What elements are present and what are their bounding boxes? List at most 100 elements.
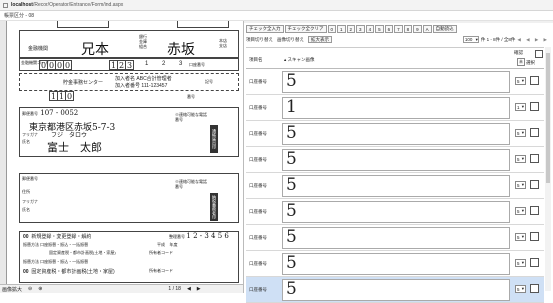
grid-scrollbar[interactable] xyxy=(545,47,551,291)
table-row[interactable]: 口座番号 1 1 ▾ xyxy=(246,95,544,121)
chevron-down-icon: ▾ xyxy=(521,260,524,265)
table-row[interactable]: 口座番号 5 5 ▾ xyxy=(246,173,544,199)
pager-nav-icons[interactable]: ◀ ◀ ▶ ▶ xyxy=(517,37,549,43)
table-row[interactable]: 口座番号 5 5 ▾ xyxy=(246,147,544,173)
row-label: 口座番号 xyxy=(249,209,267,214)
zoom-view-button[interactable]: 拡大表示 xyxy=(308,36,332,43)
value-select[interactable]: 5 ▾ xyxy=(515,285,526,293)
scrollbar-thumb[interactable] xyxy=(546,53,550,183)
number-label: 番号 xyxy=(187,94,195,99)
row-label: 口座番号 xyxy=(249,79,267,84)
grid-header: 項目名 ▴ スキャン画像 確認 未 選択 xyxy=(246,47,544,69)
table-row[interactable]: 口座番号 5 5 ▾ xyxy=(246,225,544,251)
item-switch-label: 項目切り替え xyxy=(246,36,273,42)
row-c-owner: 所有者コード xyxy=(149,250,173,255)
branch-code-cells: 123 xyxy=(109,60,134,70)
address-label-2: 住所 xyxy=(22,189,30,194)
row-label: 口座番号 xyxy=(249,183,267,188)
auto-read-button[interactable]: 自動読込 xyxy=(432,25,457,33)
value-select[interactable]: 5 ▾ xyxy=(515,233,526,241)
row-checkbox[interactable] xyxy=(530,206,539,215)
value-select[interactable]: 5 ▾ xyxy=(515,155,526,163)
next-page-button[interactable]: ▶ xyxy=(197,286,201,292)
phone-label-2: ※連絡可能な電話番号 xyxy=(175,179,207,189)
zoom-in-icon[interactable]: ⊕ xyxy=(38,286,42,292)
col-select: 選択 xyxy=(526,60,535,65)
digit-0-button[interactable]: 0 xyxy=(327,25,337,33)
table-row[interactable]: 口座番号 5 5 ▾ xyxy=(246,69,544,95)
row-label: 口座番号 xyxy=(249,105,267,110)
entry-grid-pane: チェック全入力 チェック全クリア 0 1 2 3 4 5 6 7 8 9 A 自… xyxy=(243,21,553,303)
row-checkbox[interactable] xyxy=(530,232,539,241)
stamp-label: 通帳届出印 xyxy=(210,125,218,153)
header-select-all-checkbox[interactable] xyxy=(535,50,543,58)
row-checkbox[interactable] xyxy=(530,128,539,137)
center-label: 貯金事務センター xyxy=(63,80,104,86)
chevron-down-icon: ▾ xyxy=(521,182,524,187)
scan-snippet: 5 xyxy=(282,149,510,171)
header-unconfirmed-toggle[interactable]: 未 xyxy=(517,58,525,66)
digit-5-button[interactable]: 5 xyxy=(375,25,384,33)
value-select[interactable]: 5 ▾ xyxy=(515,77,526,85)
member-name: 加入者名 ABC合計管理者 xyxy=(115,76,172,82)
chevron-down-icon: ▾ xyxy=(521,208,524,213)
bank-title-label: 金融機関 xyxy=(28,46,49,52)
digit-1-button[interactable]: 1 xyxy=(337,25,346,33)
row-checkbox[interactable] xyxy=(530,284,539,293)
bank-block xyxy=(19,30,239,58)
value-select[interactable]: 5 ▾ xyxy=(515,129,526,137)
digit-8-button[interactable]: 8 xyxy=(403,25,413,33)
value-select[interactable]: 1 ▾ xyxy=(515,103,526,111)
zoom-out-icon[interactable]: ⊖ xyxy=(28,286,32,292)
bank-kind-options: 銀行 金庫 組合 xyxy=(139,34,147,49)
row-checkbox[interactable] xyxy=(530,102,539,111)
kana-label-2: フリガナ xyxy=(22,199,38,204)
image-viewer-footer: 画像拡大 ⊖ ⊕ 1 / 18 ◀ ▶ xyxy=(0,284,243,293)
value-select[interactable]: 5 ▾ xyxy=(515,207,526,215)
value-select[interactable]: 5 ▾ xyxy=(515,259,526,267)
digit-4-button[interactable]: 4 xyxy=(365,25,375,33)
table-row-selected[interactable]: 口座番号 5 5 ▾ xyxy=(246,277,544,303)
row-a: 00 新規登録・変更登録・解約 xyxy=(23,234,92,240)
digit-2-button[interactable]: 2 xyxy=(346,25,356,33)
clear-all-button[interactable]: チェック全クリア xyxy=(284,25,327,33)
col-scan-image[interactable]: ▴ スキャン画像 xyxy=(284,57,315,63)
chevron-down-icon: ▾ xyxy=(521,286,524,291)
scan-snippet: 1 xyxy=(282,97,510,119)
table-row[interactable]: 口座番号 5 5 ▾ xyxy=(246,199,544,225)
entry-grid: 口座番号 5 5 ▾ 口座番号 1 1 ▾ 口座番号 5 5 ▾ 口座番号 5 5 ▾ … xyxy=(246,69,544,303)
chevron-down-icon: ▾ xyxy=(521,104,524,109)
digit-3-button[interactable]: 3 xyxy=(356,25,365,33)
name-handwritten: 富士 太郎 xyxy=(47,141,102,154)
value-select[interactable]: 5 ▾ xyxy=(515,181,526,189)
digit-6-button[interactable]: 6 xyxy=(384,25,394,33)
digit-9-button[interactable]: 9 xyxy=(413,25,422,33)
row-a-number: 整理番号 1 2 - 3 4 5 6 xyxy=(169,232,229,240)
scan-snippet: 5 xyxy=(282,175,510,197)
page-size-select[interactable]: 100 ▾ xyxy=(462,36,479,43)
row-e: 00 固定資産税・都市計画税(土地・家屋) xyxy=(23,269,115,275)
row-checkbox[interactable] xyxy=(530,180,539,189)
row-c: 固定資産税・都市計画税(土地・家屋) xyxy=(49,250,116,255)
row-e-owner: 所有者コード xyxy=(149,268,173,273)
table-row[interactable]: 口座番号 5 5 ▾ xyxy=(246,121,544,147)
letter-a-button[interactable]: A xyxy=(422,25,432,33)
address-url[interactable]: localhost/Recor/Operator/Entrance/Form/i… xyxy=(11,2,123,8)
digit-7-button[interactable]: 7 xyxy=(394,25,403,33)
browser-address-bar[interactable]: localhost/Recor/Operator/Entrance/Form/i… xyxy=(0,0,553,11)
image-switch-button[interactable]: 画像切り替え xyxy=(277,37,304,43)
row-checkbox[interactable] xyxy=(530,76,539,85)
table-row[interactable]: 口座番号 5 5 ▾ xyxy=(246,251,544,277)
row-checkbox[interactable] xyxy=(530,154,539,163)
row-checkbox[interactable] xyxy=(530,258,539,267)
check-all-button[interactable]: チェック全入力 xyxy=(246,25,284,33)
branch-kind-options: 本店 支店 xyxy=(219,38,227,48)
prev-page-button[interactable]: ◀ xyxy=(187,286,191,292)
page-info: 件 1 - 8件 / 全8件 xyxy=(480,36,516,42)
kana-handwritten: フジ タロウ xyxy=(51,132,88,139)
row-d: 振替方法 口座振替・振込・一括振替 xyxy=(23,259,89,264)
chevron-down-icon: ▾ xyxy=(521,78,524,83)
member-number: 加入者番号 111-123457 xyxy=(115,83,168,89)
pane-top-strip xyxy=(244,21,553,23)
pager: 100 ▾ 件 1 - 8件 / 全8件 ◀ ◀ ▶ ▶ xyxy=(462,36,549,43)
